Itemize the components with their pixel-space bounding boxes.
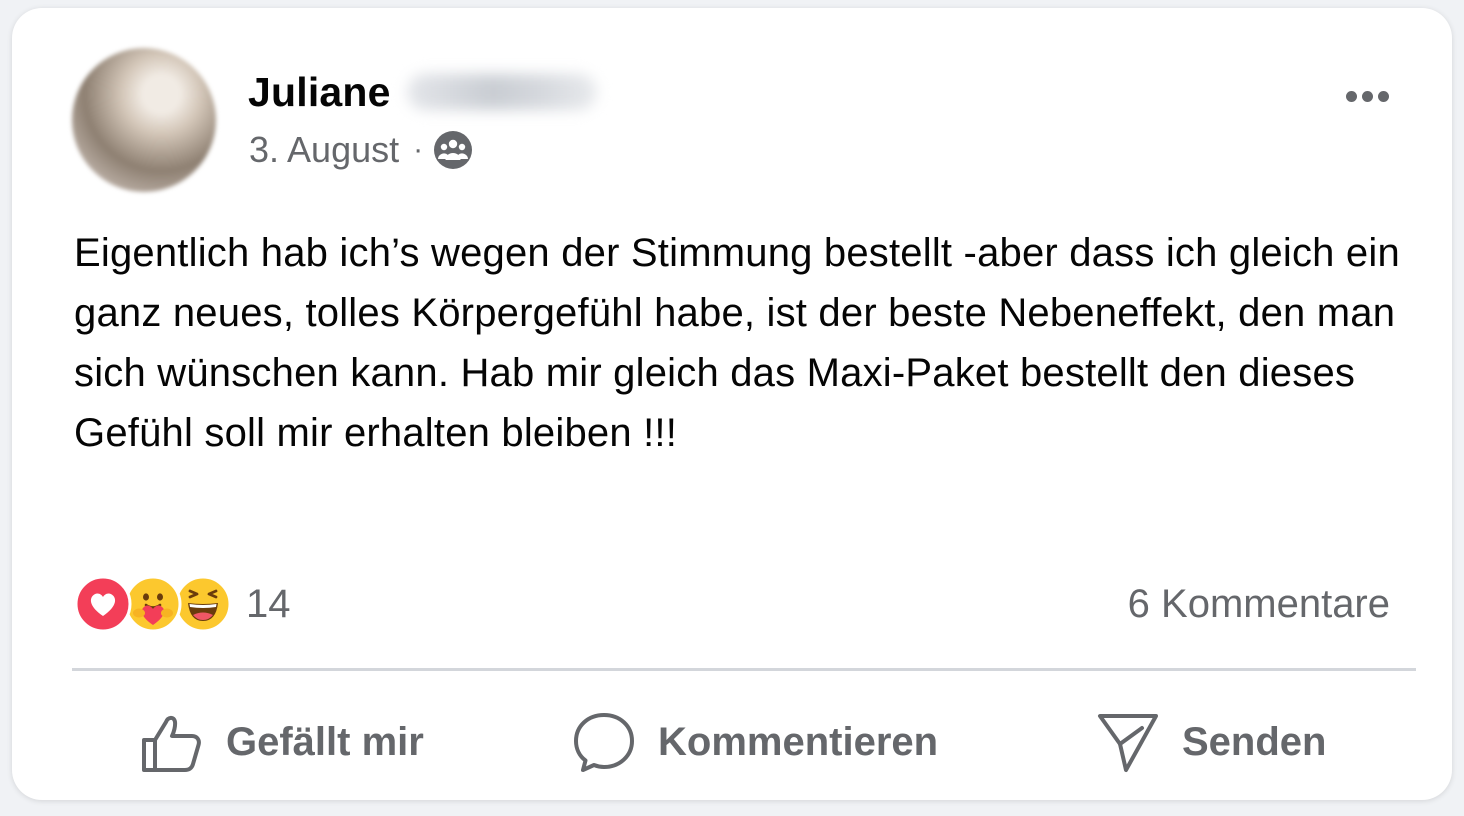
send-label: Senden <box>1182 719 1327 764</box>
meta-separator: · <box>413 133 424 166</box>
avatar[interactable] <box>72 48 216 192</box>
send-arrow-icon <box>1096 710 1160 774</box>
action-bar: Gefällt mir Kommentieren Senden <box>72 692 1416 792</box>
comment-label: Kommentieren <box>658 719 939 764</box>
love-reaction-icon <box>74 575 132 633</box>
care-reaction-icon <box>124 575 182 633</box>
like-button[interactable]: Gefällt mir <box>140 692 424 792</box>
haha-reaction-icon <box>174 575 232 633</box>
divider <box>72 668 1416 671</box>
like-label: Gefällt mir <box>226 719 424 764</box>
more-dot-icon <box>1345 90 1357 102</box>
comments-count-link[interactable]: 6 Kommentare <box>1128 574 1390 634</box>
post-date[interactable]: 3. August <box>249 129 399 171</box>
author-name[interactable]: Juliane <box>248 69 391 116</box>
reactions-summary[interactable]: 14 <box>74 574 291 634</box>
speech-bubble-icon <box>572 710 636 774</box>
reaction-count: 14 <box>246 581 291 626</box>
post-meta: 3. August · <box>249 126 473 174</box>
group-audience-icon[interactable] <box>433 130 473 170</box>
more-dot-icon <box>1361 90 1373 102</box>
post-card: Juliane 3. August · Eigentlich hab ich’s… <box>12 8 1452 800</box>
thumbs-up-icon <box>140 710 204 774</box>
comment-button[interactable]: Kommentieren <box>572 692 938 792</box>
more-dot-icon <box>1377 90 1389 102</box>
more-options-button[interactable] <box>1334 76 1400 116</box>
author-header: Juliane <box>248 68 597 116</box>
post-text: Eigentlich hab ich’s wegen der Stimmung … <box>74 231 1400 455</box>
redacted-surname <box>406 74 597 110</box>
send-button[interactable]: Senden <box>1096 692 1326 792</box>
